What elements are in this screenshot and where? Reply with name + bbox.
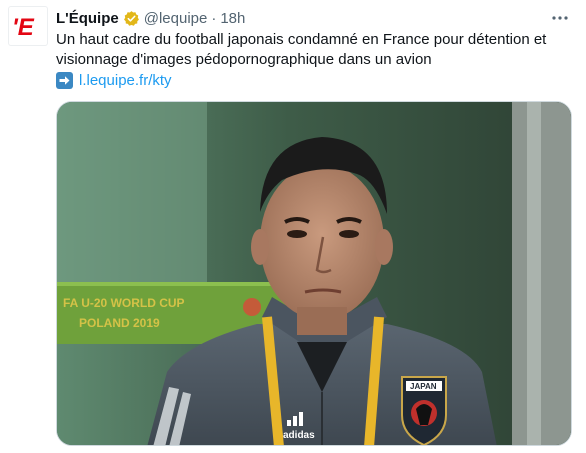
tweet-text: Un haut cadre du football japonais conda… [56, 31, 547, 68]
avatar[interactable]: 'E [8, 6, 48, 46]
author-name[interactable]: L'Équipe [56, 10, 119, 27]
jacket-brand-text: adidas [283, 430, 315, 441]
japan-crest: JAPAN [401, 376, 447, 445]
meta-separator: · [211, 9, 217, 27]
photo-illustration: FA U-20 WORLD CUP POLAND 2019 adidas JAP… [57, 102, 571, 445]
avatar-logo-letters: 'E [12, 14, 35, 41]
crest-text: JAPAN [410, 382, 437, 391]
tweet-header: L'Équipe @lequipe · 18h [56, 8, 245, 28]
author-handle[interactable]: @lequipe [144, 10, 208, 27]
banner-text-line1: FA U-20 WORLD CUP [63, 296, 185, 310]
tweet-timestamp[interactable]: 18h [220, 10, 245, 27]
right-arrow-icon [56, 71, 73, 89]
verified-badge-icon [123, 10, 140, 27]
link-line: l.lequipe.fr/kty [56, 70, 172, 90]
article-link[interactable]: l.lequipe.fr/kty [79, 72, 172, 89]
more-options-icon[interactable] [550, 8, 570, 28]
tweet-card[interactable]: 'E L'Équipe @lequipe · 18h Un haut cadre… [0, 0, 586, 453]
tweet-image[interactable]: FA U-20 WORLD CUP POLAND 2019 adidas JAP… [56, 101, 572, 446]
banner-text-line2: POLAND 2019 [79, 316, 160, 330]
